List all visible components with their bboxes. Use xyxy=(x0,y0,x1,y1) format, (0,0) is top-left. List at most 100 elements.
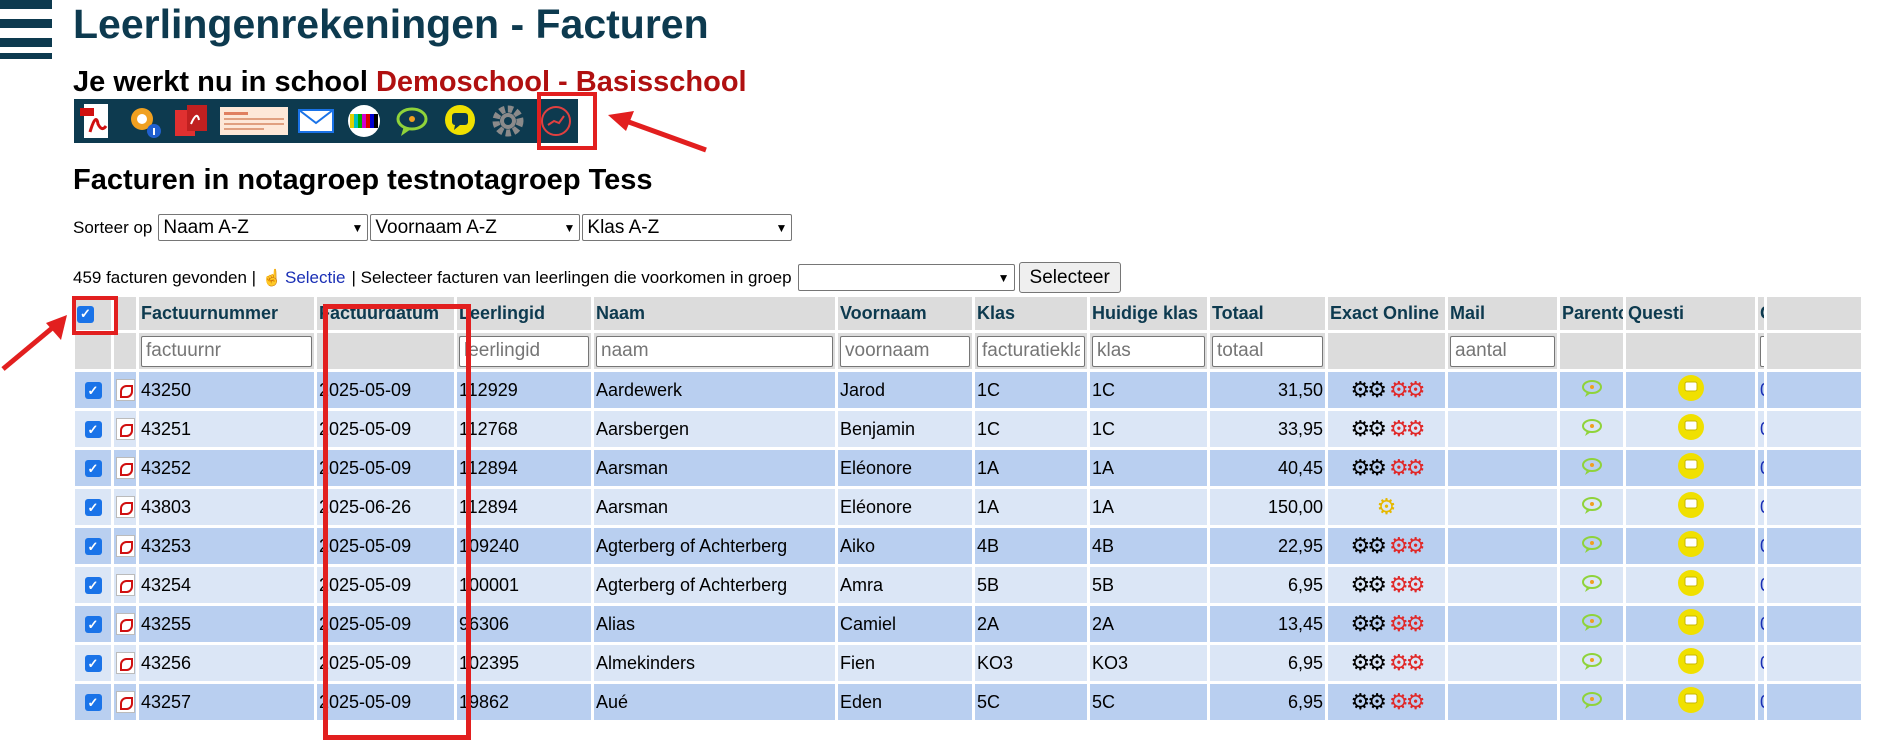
pdf-icon[interactable] xyxy=(114,606,136,642)
col-klas[interactable]: Klas xyxy=(975,297,1087,330)
pdf-icon[interactable] xyxy=(114,567,136,603)
questi-icon[interactable] xyxy=(1677,413,1705,441)
cell-voornaam: Benjamin xyxy=(838,411,972,447)
parentcom-icon[interactable] xyxy=(1581,573,1603,593)
row-checkbox[interactable]: ✓ xyxy=(75,411,111,447)
col-mail[interactable]: Mail xyxy=(1448,297,1557,330)
row-checkbox[interactable]: ✓ xyxy=(75,684,111,720)
col-geopend[interactable]: Geopend xyxy=(1758,297,1764,330)
cell-exact-online: ⚙⚙ ⚙⚙ xyxy=(1328,567,1445,603)
exact-synced-icon[interactable]: ⚙ xyxy=(1377,494,1397,519)
exact-gears-red-icon[interactable]: ⚙⚙ xyxy=(1389,689,1425,714)
filter-leerlingid[interactable] xyxy=(459,335,589,367)
pdf-icon[interactable] xyxy=(114,489,136,525)
exact-gears-red-icon[interactable]: ⚙⚙ xyxy=(1389,611,1425,636)
parentcom-icon[interactable] xyxy=(1581,456,1603,476)
row-checkbox[interactable]: ✓ xyxy=(75,645,111,681)
filter-klas[interactable] xyxy=(977,335,1085,367)
row-checkbox[interactable]: ✓ xyxy=(75,489,111,525)
cell-totaal: 13,45 xyxy=(1210,606,1325,642)
questi-icon[interactable] xyxy=(1677,530,1705,558)
filter-voornaam[interactable] xyxy=(840,335,970,367)
exact-gears-icon[interactable]: ⚙⚙ xyxy=(1351,572,1387,597)
exact-gears-red-icon[interactable]: ⚙⚙ xyxy=(1389,416,1425,441)
row-checkbox[interactable]: ✓ xyxy=(75,567,111,603)
sort-select-2[interactable]: Voornaam A-Z ▼ xyxy=(370,214,581,241)
exact-gears-icon[interactable]: ⚙⚙ xyxy=(1351,416,1387,441)
row-checkbox[interactable]: ✓ xyxy=(75,606,111,642)
exact-gears-red-icon[interactable]: ⚙⚙ xyxy=(1389,533,1425,558)
exact-gears-icon[interactable]: ⚙⚙ xyxy=(1351,455,1387,480)
cell-totaal: 31,50 xyxy=(1210,372,1325,408)
exact-gears-icon[interactable]: ⚙⚙ xyxy=(1351,650,1387,675)
cell-geopend[interactable]: 0 xyxy=(1758,411,1764,447)
exact-gears-red-icon[interactable]: ⚙⚙ xyxy=(1389,572,1425,597)
col-leerlingid[interactable]: Leerlingid xyxy=(457,297,591,330)
parentcom-icon[interactable] xyxy=(1581,651,1603,671)
cell-geopend[interactable]: 0 xyxy=(1758,567,1764,603)
parentcom-icon[interactable] xyxy=(1581,378,1603,398)
parentcom-icon[interactable] xyxy=(1581,495,1603,515)
sort-select-3[interactable]: Klas A-Z ▼ xyxy=(582,214,793,241)
cell-geopend[interactable]: 0 xyxy=(1758,372,1764,408)
col-questi[interactable]: Questi xyxy=(1626,297,1755,330)
col-huidige-klas[interactable]: Huidige klas xyxy=(1090,297,1207,330)
col-factuurnummer[interactable]: Factuurnummer xyxy=(139,297,314,330)
exact-gears-icon[interactable]: ⚙⚙ xyxy=(1351,689,1387,714)
exact-gears-icon[interactable]: ⚙⚙ xyxy=(1351,611,1387,636)
cell-voornaam: Jarod xyxy=(838,372,972,408)
pdf-icon[interactable] xyxy=(114,684,136,720)
group-select[interactable]: ▼ xyxy=(797,264,1015,291)
filter-factuurnummer[interactable] xyxy=(141,335,312,367)
row-checkbox[interactable]: ✓ xyxy=(75,528,111,564)
cell-geopend[interactable]: 0 xyxy=(1758,528,1764,564)
exact-gears-icon[interactable]: ⚙⚙ xyxy=(1351,377,1387,402)
cell-parentcom xyxy=(1560,450,1623,486)
parentcom-icon[interactable] xyxy=(1581,534,1603,554)
filter-geopend[interactable] xyxy=(1760,335,1764,367)
exact-gears-icon[interactable]: ⚙⚙ xyxy=(1351,533,1387,558)
col-totaal[interactable]: Totaal xyxy=(1210,297,1325,330)
pdf-icon[interactable] xyxy=(114,411,136,447)
exact-gears-red-icon[interactable]: ⚙⚙ xyxy=(1389,455,1425,480)
pdf-icon[interactable] xyxy=(114,372,136,408)
filter-mail[interactable] xyxy=(1450,335,1555,367)
cell-naam: Aarsman xyxy=(594,489,835,525)
selectie-link[interactable]: Selectie xyxy=(285,268,345,288)
questi-icon[interactable] xyxy=(1677,686,1705,714)
row-checkbox[interactable]: ✓ xyxy=(75,372,111,408)
parentcom-icon[interactable] xyxy=(1581,612,1603,632)
questi-icon[interactable] xyxy=(1677,491,1705,519)
questi-icon[interactable] xyxy=(1677,374,1705,402)
sort-select-1[interactable]: Naam A-Z ▼ xyxy=(158,214,369,241)
questi-icon[interactable] xyxy=(1677,569,1705,597)
filter-naam[interactable] xyxy=(596,335,833,367)
row-checkbox[interactable]: ✓ xyxy=(75,450,111,486)
selecteer-button[interactable]: Selecteer xyxy=(1018,262,1121,293)
col-naam[interactable]: Naam xyxy=(594,297,835,330)
parentcom-icon[interactable] xyxy=(1581,690,1603,710)
questi-icon[interactable] xyxy=(1677,647,1705,675)
parentcom-icon[interactable] xyxy=(1581,417,1603,437)
exact-gears-red-icon[interactable]: ⚙⚙ xyxy=(1389,650,1425,675)
filter-totaal[interactable] xyxy=(1212,335,1323,367)
filter-huidige-klas[interactable] xyxy=(1092,335,1205,367)
pdf-icon[interactable] xyxy=(114,450,136,486)
cell-mail xyxy=(1448,567,1557,603)
col-voornaam[interactable]: Voornaam xyxy=(838,297,972,330)
cell-geopend[interactable]: 0 xyxy=(1758,450,1764,486)
cell-voornaam: Eden xyxy=(838,684,972,720)
pdf-icon[interactable] xyxy=(114,645,136,681)
questi-icon[interactable] xyxy=(1677,452,1705,480)
cell-leerlingid: 112894 xyxy=(457,489,591,525)
questi-icon[interactable] xyxy=(1677,608,1705,636)
cell-geopend[interactable]: 0 xyxy=(1758,684,1764,720)
cell-mail xyxy=(1448,645,1557,681)
exact-gears-red-icon[interactable]: ⚙⚙ xyxy=(1389,377,1425,402)
cell-geopend[interactable]: 0 xyxy=(1758,606,1764,642)
cell-geopend[interactable]: 0 xyxy=(1758,645,1764,681)
col-parentcom[interactable]: Parentcom xyxy=(1560,297,1623,330)
pdf-icon[interactable] xyxy=(114,528,136,564)
cell-geopend[interactable]: 0 xyxy=(1758,489,1764,525)
col-exact-online[interactable]: Exact Online xyxy=(1328,297,1445,330)
